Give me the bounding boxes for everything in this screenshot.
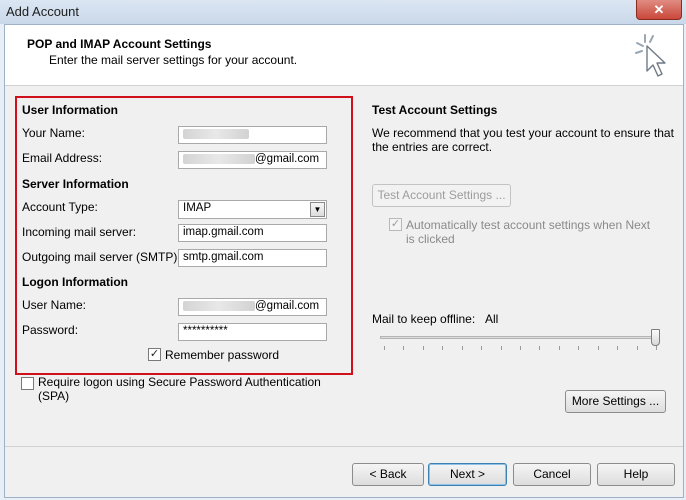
mail-offline-value: All: [485, 312, 499, 326]
username-suffix: @gmail.com: [255, 300, 320, 312]
slider-tick: [461, 346, 463, 350]
slider-tick: [578, 346, 580, 350]
slider-tick: [403, 346, 405, 350]
slider-tick: [520, 346, 521, 350]
offline-slider-thumb[interactable]: [651, 329, 660, 346]
title-bar: Add Account ✕: [0, 0, 686, 24]
email-address-label: Email Address:: [22, 151, 103, 165]
redacted-name: [183, 128, 249, 139]
check-icon: ✓: [149, 348, 160, 360]
dialog-header: POP and IMAP Account Settings Enter the …: [5, 25, 683, 86]
slider-tick: [481, 346, 483, 350]
more-settings-button[interactable]: More Settings ...: [565, 390, 666, 413]
help-button[interactable]: Help: [597, 463, 675, 486]
account-type-label: Account Type:: [22, 200, 98, 214]
remember-password-label[interactable]: Remember password: [165, 348, 279, 362]
offline-slider-track[interactable]: [380, 336, 660, 339]
auto-test-checkbox[interactable]: ✓: [389, 218, 402, 231]
check-icon: ✓: [390, 218, 401, 230]
test-description-line2: the entries are correct.: [372, 140, 493, 154]
cancel-button[interactable]: Cancel: [513, 463, 591, 486]
cursor-sparkle-icon: [635, 34, 666, 77]
redacted-email: [183, 153, 255, 164]
back-button[interactable]: < Back: [352, 463, 424, 486]
spa-checkbox[interactable]: [21, 377, 34, 390]
close-button[interactable]: ✕: [636, 0, 682, 20]
user-name-field[interactable]: @gmail.com: [178, 298, 327, 316]
redacted-username: [183, 300, 255, 311]
user-information-heading: User Information: [22, 103, 119, 117]
outgoing-server-field[interactable]: smtp.gmail.com: [178, 249, 327, 267]
chevron-down-icon[interactable]: ▼: [310, 202, 325, 217]
spa-label-line1[interactable]: Require logon using Secure Password Auth…: [38, 375, 321, 389]
slider-tick: [636, 346, 638, 350]
test-description-line1: We recommend that you test your account …: [372, 126, 674, 140]
mail-offline-label: Mail to keep offline:: [372, 312, 476, 326]
password-label: Password:: [22, 323, 79, 337]
window-title: Add Account: [6, 4, 79, 19]
incoming-server-field[interactable]: imap.gmail.com: [178, 224, 327, 242]
your-name-label: Your Name:: [22, 126, 85, 140]
close-icon: ✕: [653, 2, 665, 17]
slider-tick: [500, 346, 502, 350]
your-name-field[interactable]: [178, 126, 327, 144]
email-address-field[interactable]: @gmail.com: [178, 151, 327, 169]
auto-test-label-line2[interactable]: is clicked: [406, 232, 455, 246]
slider-tick: [558, 346, 560, 350]
incoming-server-label: Incoming mail server:: [22, 225, 137, 239]
logon-information-heading: Logon Information: [22, 275, 128, 289]
slider-tick: [617, 346, 619, 350]
account-type-value: IMAP: [183, 202, 212, 214]
auto-test-label-line1[interactable]: Automatically test account settings when…: [406, 218, 650, 232]
account-type-select[interactable]: IMAP ▼: [178, 200, 327, 219]
slider-tick: [597, 346, 599, 350]
test-account-settings-button[interactable]: Test Account Settings ...: [372, 184, 511, 207]
header-subtitle: Enter the mail server settings for your …: [49, 53, 298, 67]
slider-tick: [539, 346, 541, 350]
server-information-heading: Server Information: [22, 177, 129, 191]
remember-password-checkbox[interactable]: ✓: [148, 348, 161, 361]
slider-tick: [656, 346, 657, 350]
spa-label-line2[interactable]: (SPA): [38, 389, 69, 403]
footer-separator: [5, 446, 683, 447]
dialog-frame: POP and IMAP Account Settings Enter the …: [4, 24, 684, 498]
header-title: POP and IMAP Account Settings: [27, 37, 212, 51]
user-name-label: User Name:: [22, 298, 87, 312]
email-suffix: @gmail.com: [255, 153, 320, 165]
next-button[interactable]: Next >: [428, 463, 507, 486]
test-settings-heading: Test Account Settings: [372, 103, 498, 117]
password-field[interactable]: **********: [178, 323, 327, 341]
slider-tick: [442, 346, 444, 350]
outgoing-server-label: Outgoing mail server (SMTP):: [22, 250, 181, 264]
slider-tick: [422, 346, 424, 350]
slider-tick: [384, 346, 385, 350]
